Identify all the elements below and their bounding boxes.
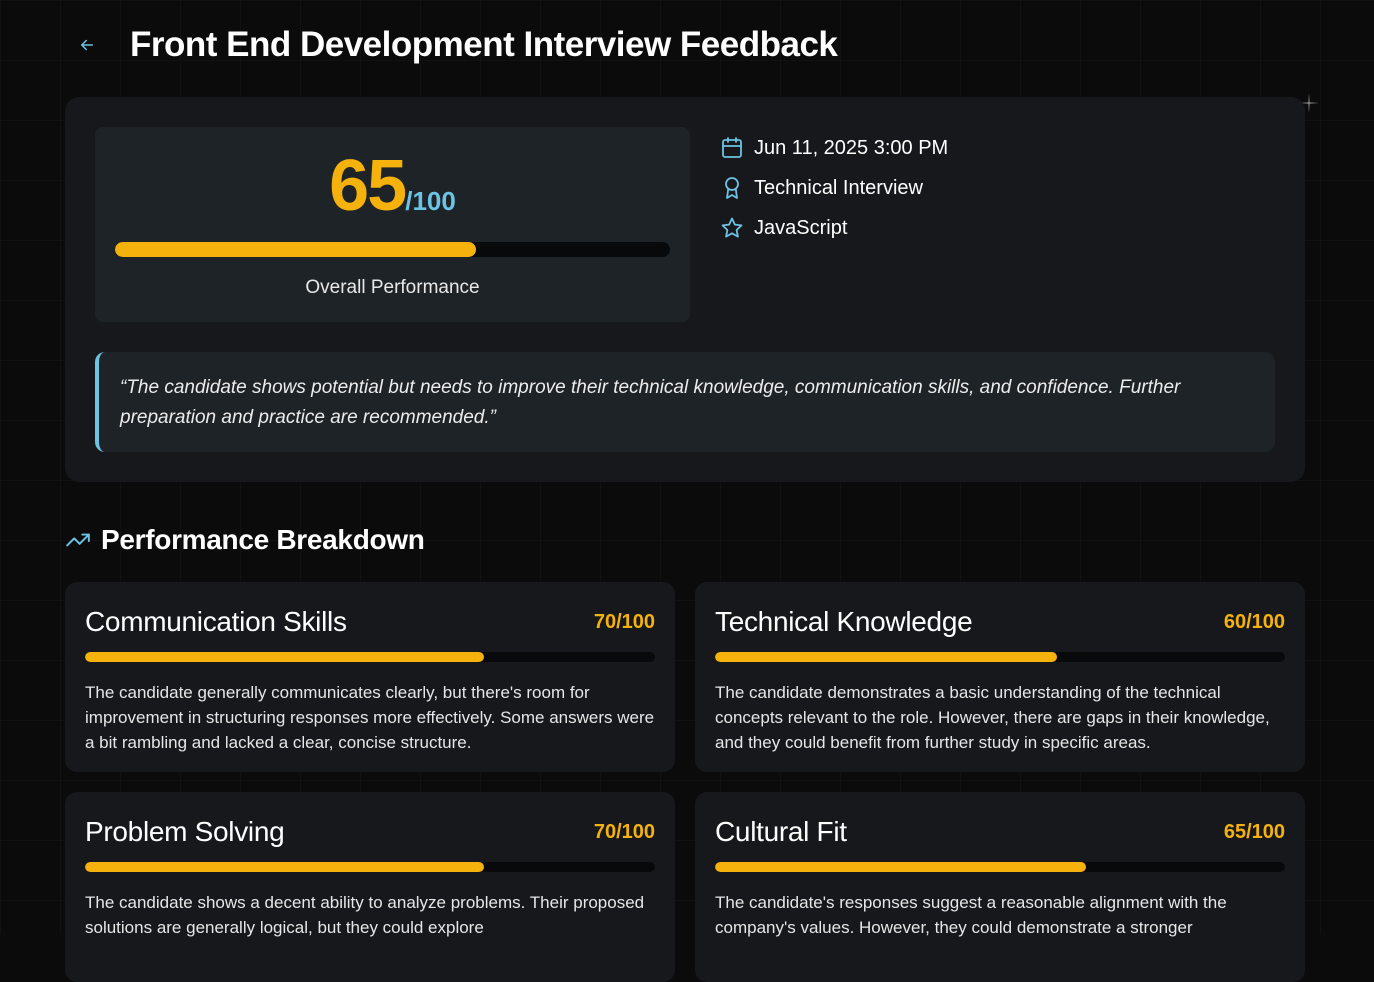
card-progress-bar [715,652,1285,662]
card-progress-bar [85,652,655,662]
award-icon [720,176,744,200]
overall-progress-bar [115,242,670,257]
card-progress-fill [715,652,1057,662]
card-progress-fill [85,862,484,872]
card-description: The candidate's responses suggest a reas… [715,893,1227,937]
trending-up-icon [65,527,91,553]
breakdown-card-problem-solving: Problem Solving 70/100 The candidate sho… [65,792,675,982]
meta-tech-text: JavaScript [754,216,848,239]
back-button[interactable] [78,36,96,54]
summary-card: 65/100 Overall Performance Jun 11, 2025 … [65,97,1305,482]
card-title: Technical Knowledge [715,606,973,637]
card-score: 65/100 [1223,820,1285,843]
card-progress-bar [715,862,1285,872]
card-description: The candidate generally communicates cle… [85,683,655,752]
meta-date-text: Jun 11, 2025 3:00 PM [754,136,949,159]
breakdown-card-technical: Technical Knowledge 60/100 The candidate… [695,582,1305,772]
overall-progress-fill [115,242,476,257]
card-score: 60/100 [1223,610,1285,633]
overall-score: 65/100 [95,145,690,227]
star-icon [720,216,744,240]
overall-score-max: /100 [405,186,456,216]
card-progress-fill [715,862,1086,872]
meta-tech: JavaScript [720,203,948,253]
card-description: The candidate shows a decent ability to … [85,893,645,937]
summary-quote: “The candidate shows potential but needs… [95,352,1275,452]
summary-quote-text: “The candidate shows potential but needs… [120,377,1181,428]
card-score: 70/100 [593,820,655,843]
breakdown-card-communication: Communication Skills 70/100 The candidat… [65,582,675,772]
breakdown-card-cultural-fit: Cultural Fit 65/100 The candidate's resp… [695,792,1305,982]
overall-caption: Overall Performance [305,277,480,298]
calendar-icon [720,136,744,160]
card-description: The candidate demonstrates a basic under… [715,683,1270,752]
interview-meta: Jun 11, 2025 3:00 PM Technical Interview… [720,127,948,253]
meta-type-text: Technical Interview [754,176,923,199]
card-progress-fill [85,652,484,662]
breakdown-title: Performance Breakdown [101,524,425,555]
card-title: Problem Solving [85,816,285,847]
page-title: Front End Development Interview Feedback [130,25,838,64]
page-header: Front End Development Interview Feedback [78,22,838,68]
card-title: Communication Skills [85,606,347,637]
breakdown-header: Performance Breakdown [65,524,425,556]
card-progress-bar [85,862,655,872]
card-score: 70/100 [593,610,655,633]
arrow-left-icon [81,39,93,51]
overall-score-panel: 65/100 Overall Performance [95,127,690,322]
overall-score-value: 65 [329,146,407,226]
card-title: Cultural Fit [715,816,847,847]
